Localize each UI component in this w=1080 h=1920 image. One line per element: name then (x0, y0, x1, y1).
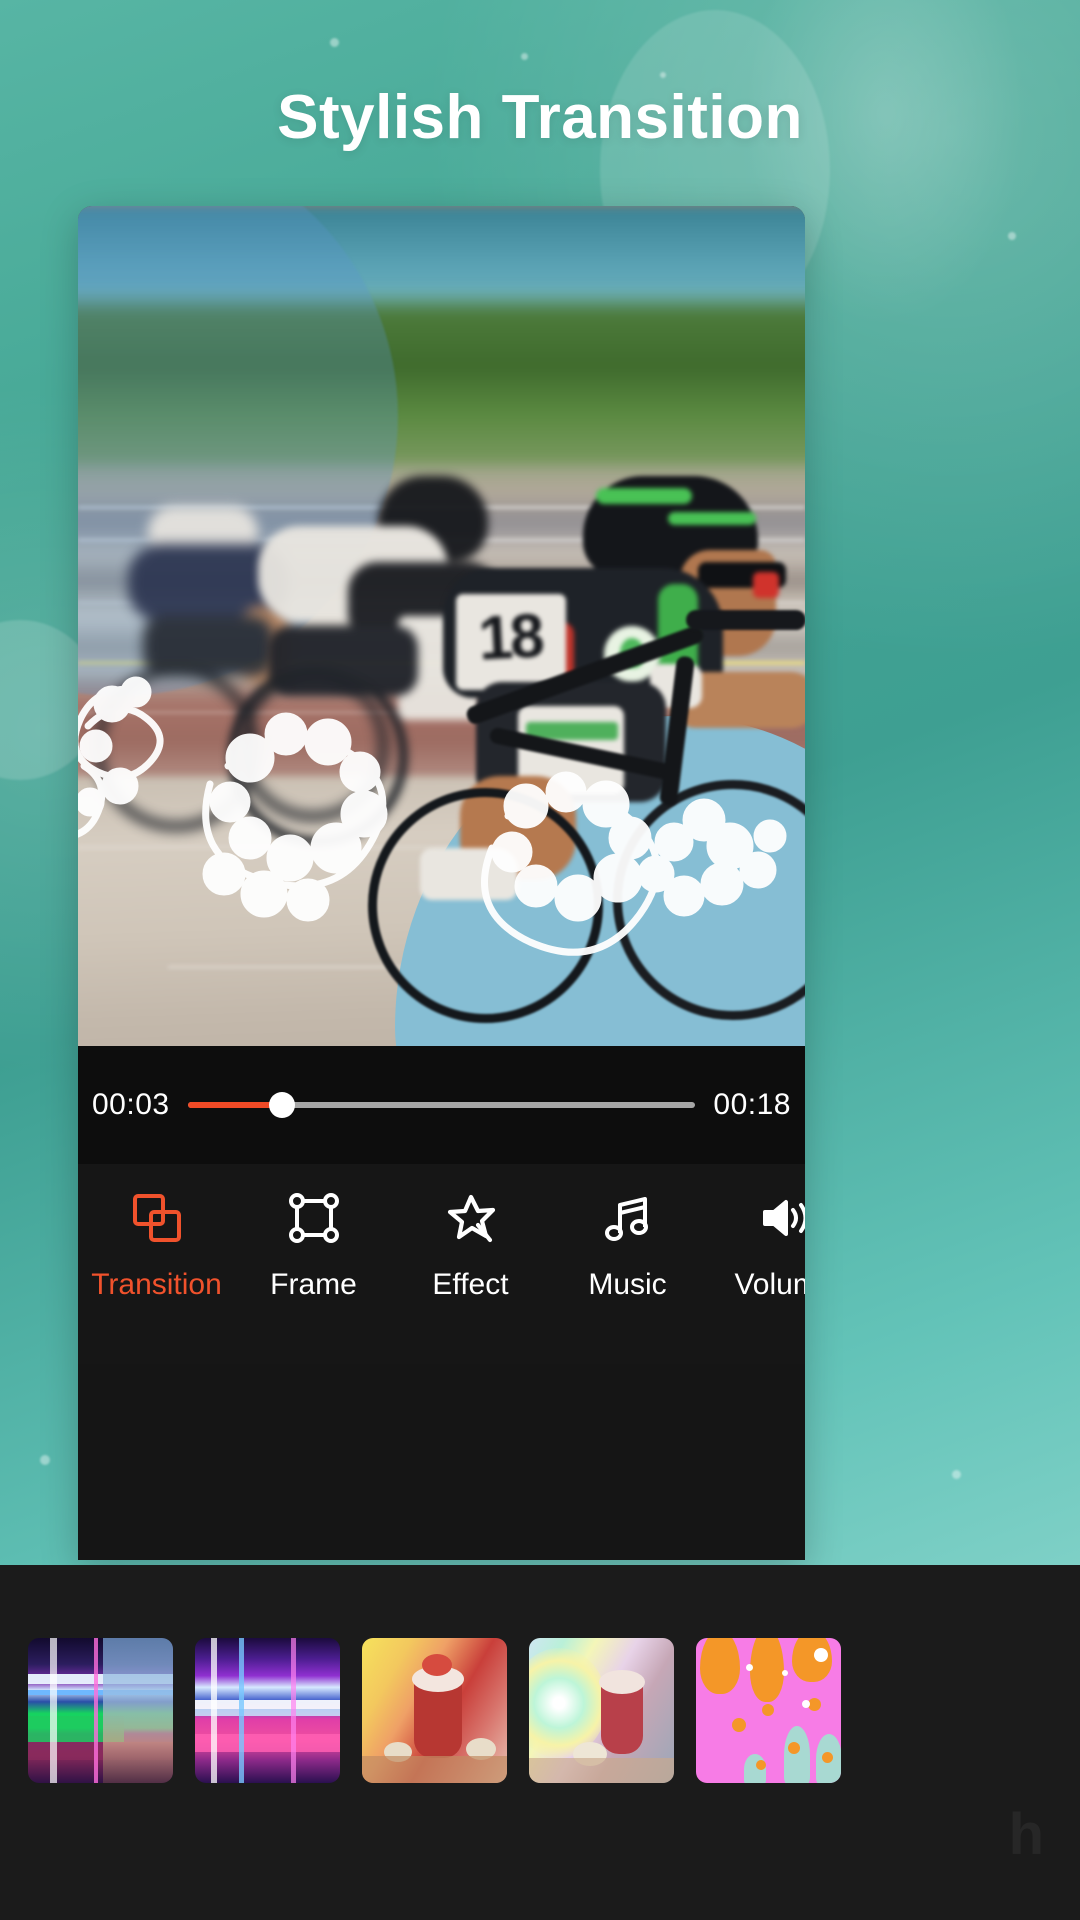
bokeh-dot (40, 1455, 50, 1465)
video-frame-image: 18 (78, 206, 805, 1046)
seek-bar[interactable] (187, 1092, 696, 1118)
player-controls: 00:03 00:18 (78, 1046, 805, 1164)
tab-label: Volume (734, 1268, 805, 1301)
transition-thumbnail[interactable] (529, 1638, 674, 1783)
transition-picker-strip: h (0, 1565, 1080, 1920)
transition-thumbnail[interactable] (28, 1638, 173, 1783)
tab-label: Frame (270, 1268, 357, 1301)
volume-icon (757, 1190, 805, 1246)
bokeh-dot (660, 72, 666, 78)
tab-label: Transition (91, 1268, 222, 1301)
tab-frame[interactable]: Frame (235, 1190, 392, 1302)
page-title: Stylish Transition (277, 83, 803, 152)
app-screen: 18 00:03 00:18 Transition Frame Effect M… (78, 206, 805, 1560)
bicycle (368, 610, 805, 1046)
tab-label: Music (588, 1268, 667, 1301)
transition-thumbnail[interactable] (195, 1638, 340, 1783)
seek-progress-fill (187, 1102, 282, 1108)
transition-thumbnail[interactable] (696, 1638, 841, 1783)
tab-volume[interactable]: Volume (706, 1190, 805, 1302)
bokeh-dot (1008, 232, 1016, 240)
tab-effect[interactable]: Effect (392, 1190, 549, 1302)
editor-tab-bar: Transition Frame Effect Music Volu (78, 1164, 805, 1364)
transition-thumbnail[interactable] (362, 1638, 507, 1783)
bokeh-dot (952, 1470, 961, 1479)
tab-music[interactable]: Music (549, 1190, 706, 1302)
video-preview[interactable]: 18 (78, 206, 805, 1046)
effect-star-icon (443, 1190, 499, 1246)
tab-label: Effect (432, 1268, 509, 1301)
bokeh-dot (330, 38, 339, 47)
transition-icon (129, 1190, 185, 1246)
total-time-label: 00:18 (713, 1088, 791, 1121)
seek-handle[interactable] (268, 1092, 295, 1118)
bokeh-dot (521, 53, 528, 60)
music-note-icon (600, 1190, 656, 1246)
current-time-label: 00:03 (92, 1088, 170, 1121)
frame-icon (286, 1190, 342, 1246)
tab-transition[interactable]: Transition (78, 1190, 235, 1302)
watermark-text: h (1008, 1802, 1044, 1867)
